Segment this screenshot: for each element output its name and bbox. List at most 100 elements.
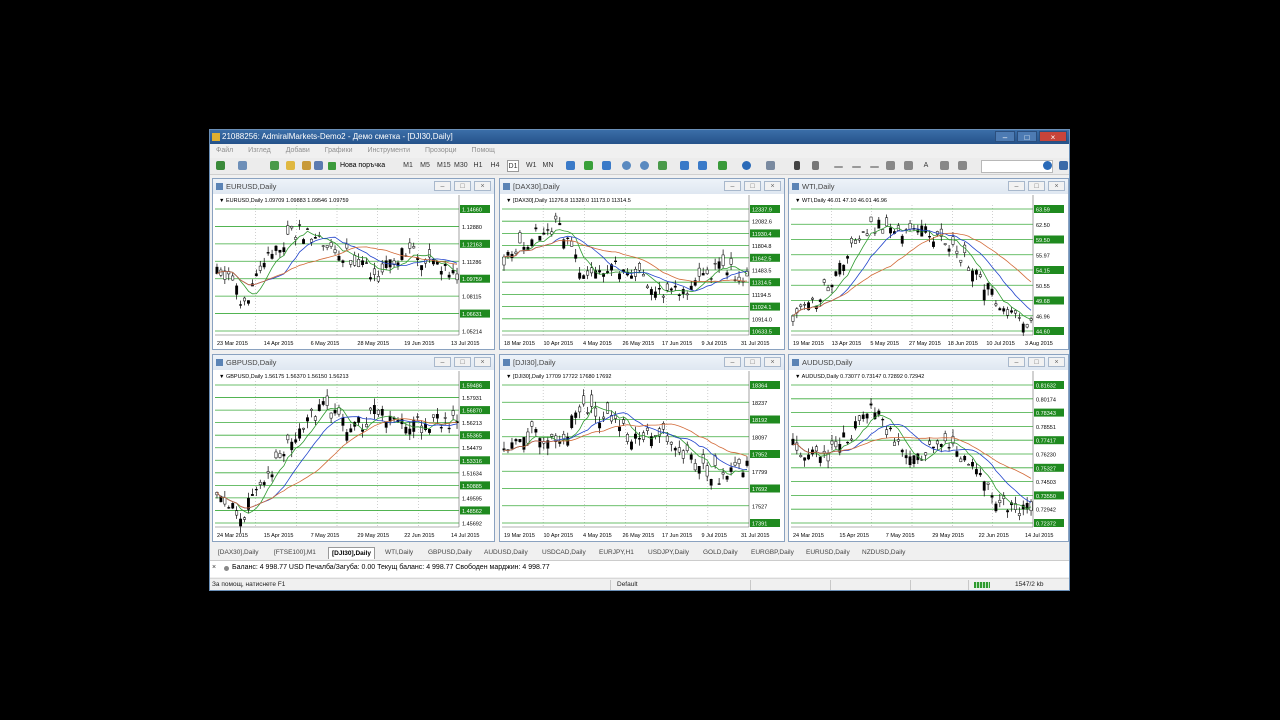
candlesticks-icon[interactable] <box>584 161 593 170</box>
close-terminal-icon[interactable]: × <box>212 564 216 571</box>
timeframe-d1[interactable]: D1 <box>507 160 519 172</box>
arrows-icon[interactable] <box>958 161 967 170</box>
menu-help[interactable]: Помощ <box>472 147 495 154</box>
text-tool[interactable]: A <box>922 160 930 172</box>
chart-restore-button[interactable]: □ <box>1028 181 1045 191</box>
timeframe-h4[interactable]: H4 <box>490 160 500 172</box>
text-label-icon[interactable] <box>940 161 949 170</box>
search-icon[interactable] <box>1043 161 1052 170</box>
chart-window-wti[interactable]: WTI,Daily – □ × 63.59 62.50 59.50 55.97 54.15 5… <box>788 178 1069 350</box>
chart-close-button[interactable]: × <box>764 181 781 191</box>
chart-window-audusd[interactable]: AUDUSD,Daily – □ × 0.81632 0.80174 0.78343 0.… <box>788 354 1069 542</box>
candle-body <box>345 243 349 249</box>
chart-header: ▼ [DAX30],Daily 11276.8 11328.0 11173.0 … <box>506 198 631 204</box>
profiles-icon[interactable] <box>238 161 247 170</box>
chart-restore-button[interactable]: □ <box>454 357 471 367</box>
trendline-icon[interactable] <box>870 166 879 168</box>
market-watch-icon[interactable] <box>270 161 279 170</box>
chart-window-dji30[interactable]: [DJI30],Daily – □ × 18364 18237 18192 18097 17… <box>499 354 785 542</box>
tab-eurusd[interactable]: EURUSD,Daily <box>806 547 850 558</box>
tab-eurjpy[interactable]: EURJPY,H1 <box>599 547 634 558</box>
chart-close-button[interactable]: × <box>474 357 491 367</box>
new-order-button[interactable]: Нова поръчка <box>326 160 385 172</box>
chart-restore-button[interactable]: □ <box>454 181 471 191</box>
line-chart-icon[interactable] <box>602 161 611 170</box>
candle-body <box>337 255 341 261</box>
date-label: 14 Apr 2015 <box>264 341 294 347</box>
maximize-button[interactable]: □ <box>1017 131 1037 142</box>
tab-dax30[interactable]: [DAX30],Daily <box>218 547 258 558</box>
tab-audusd[interactable]: AUDUSD,Daily <box>484 547 528 558</box>
chart-restore-button[interactable]: □ <box>744 357 761 367</box>
tab-usdcad[interactable]: USDCAD,Daily <box>542 547 586 558</box>
chart-minimize-button[interactable]: – <box>1008 181 1025 191</box>
chart-close-button[interactable]: × <box>1048 181 1065 191</box>
candle-body <box>243 297 246 302</box>
tab-dji30[interactable]: [DJI30],Daily <box>328 547 376 559</box>
timeframe-m1[interactable]: M1 <box>403 160 413 172</box>
chart-window-dax30[interactable]: [DAX30],Daily – □ × 12337.9 12082.6 11930.4 1… <box>499 178 785 350</box>
menu-charts[interactable]: Графики <box>325 147 353 154</box>
price-label: 18192 <box>752 418 767 424</box>
minimize-button[interactable]: – <box>995 131 1015 142</box>
date-label: 4 May 2015 <box>583 341 612 347</box>
tab-gbpusd[interactable]: GBPUSD,Daily <box>428 547 472 558</box>
menu-insert[interactable]: Добави <box>286 147 310 154</box>
chart-shift-icon[interactable] <box>698 161 707 170</box>
candle-body <box>932 241 935 247</box>
menu-window[interactable]: Прозорци <box>425 147 457 154</box>
timeframe-m30[interactable]: M30 <box>454 160 468 172</box>
tab-gold[interactable]: GOLD,Daily <box>703 547 738 558</box>
chart-minimize-button[interactable]: – <box>724 181 741 191</box>
menu-file[interactable]: Файл <box>216 147 233 154</box>
candle-body <box>254 273 258 277</box>
equidistant-channel-icon[interactable] <box>886 161 895 170</box>
templates-icon[interactable] <box>766 161 775 170</box>
terminal-icon[interactable] <box>302 161 311 170</box>
new-chart-icon[interactable] <box>216 161 225 170</box>
timeframe-w1[interactable]: W1 <box>526 160 537 172</box>
chart-minimize-button[interactable]: – <box>434 181 451 191</box>
chart-window-eurusd[interactable]: EURUSD,Daily – □ × 1.14660 1.12880 1.12163 1.… <box>212 178 495 350</box>
close-button[interactable]: × <box>1039 131 1067 142</box>
candle-body <box>971 461 974 467</box>
community-icon[interactable] <box>1059 161 1068 170</box>
tab-nzdusd[interactable]: NZDUSD,Daily <box>862 547 905 558</box>
chart-close-button[interactable]: × <box>764 357 781 367</box>
menu-view[interactable]: Изглед <box>248 147 271 154</box>
tile-windows-icon[interactable] <box>658 161 667 170</box>
candle-body <box>826 287 830 292</box>
chart-minimize-button[interactable]: – <box>1008 357 1025 367</box>
tab-wti[interactable]: WTI,Daily <box>385 547 413 558</box>
timeframe-m5[interactable]: M5 <box>420 160 430 172</box>
bar-chart-icon[interactable] <box>566 161 575 170</box>
timeframe-h1[interactable]: H1 <box>473 160 483 172</box>
vertical-line-icon[interactable] <box>834 166 843 168</box>
zoom-out-icon[interactable] <box>640 161 649 170</box>
periods-icon[interactable] <box>742 161 751 170</box>
tab-eurgbp[interactable]: EURGBP,Daily <box>751 547 794 558</box>
chart-window-gbpusd[interactable]: GBPUSD,Daily – □ × 1.59486 1.57931 1.56870 1.… <box>212 354 495 542</box>
strategy-tester-icon[interactable] <box>314 161 323 170</box>
chart-minimize-button[interactable]: – <box>724 357 741 367</box>
chart-restore-button[interactable]: □ <box>1028 357 1045 367</box>
price-label: 44.60 <box>1036 330 1050 336</box>
menu-tools[interactable]: Инструменти <box>368 147 411 154</box>
chart-close-button[interactable]: × <box>1048 357 1065 367</box>
autoscroll-icon[interactable] <box>680 161 689 170</box>
timeframe-m15[interactable]: M15 <box>437 160 451 172</box>
zoom-in-icon[interactable] <box>622 161 631 170</box>
candle-body <box>451 410 455 416</box>
tab-ftse100[interactable]: [FTSE100],M1 <box>274 547 316 558</box>
timeframe-mn[interactable]: MN <box>542 160 554 172</box>
chart-minimize-button[interactable]: – <box>434 357 451 367</box>
navigator-icon[interactable] <box>286 161 295 170</box>
chart-close-button[interactable]: × <box>474 181 491 191</box>
cursor-icon[interactable] <box>794 161 800 170</box>
crosshair-icon[interactable] <box>812 161 819 170</box>
tab-usdjpy[interactable]: USDJPY,Daily <box>648 547 689 558</box>
horizontal-line-icon[interactable] <box>852 166 861 168</box>
indicators-icon[interactable] <box>718 161 727 170</box>
fibonacci-icon[interactable] <box>904 161 913 170</box>
chart-restore-button[interactable]: □ <box>744 181 761 191</box>
